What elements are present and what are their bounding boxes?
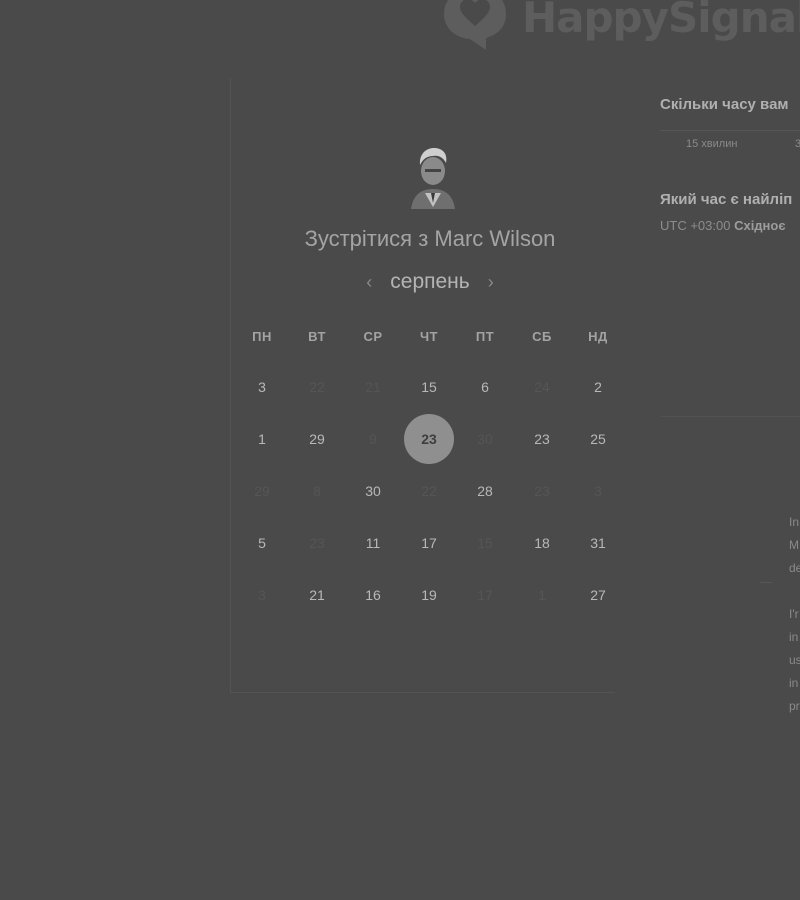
calendar-day[interactable]: 31: [578, 528, 618, 558]
calendar-day-selected[interactable]: 23: [404, 414, 454, 464]
calendar-day: 9: [369, 431, 377, 447]
weekday-label: СР: [363, 328, 383, 344]
calendar-day[interactable]: 15: [409, 372, 449, 402]
calendar-day: 8: [313, 483, 321, 499]
calendar-day: 22: [421, 483, 437, 499]
host-name: Marc Wilson: [434, 226, 556, 251]
testimonial-1-line: de: [789, 561, 800, 575]
calendar-day[interactable]: 1: [242, 424, 282, 454]
calendar-day: 3: [594, 483, 602, 499]
calendar-day[interactable]: 19: [409, 580, 449, 610]
calendar-day[interactable]: 6: [465, 372, 505, 402]
duration-option-15[interactable]: 15 хвилин: [686, 138, 737, 150]
calendar-day[interactable]: 11: [353, 528, 393, 558]
calendar-day: 17: [477, 587, 493, 603]
calendar-day[interactable]: 3: [242, 372, 282, 402]
testimonial-2-line: us: [789, 653, 800, 667]
month-label: серпень: [390, 270, 470, 293]
weekday-label: ПН: [252, 328, 272, 344]
calendar-day: 24: [534, 379, 550, 395]
calendar-day[interactable]: 17: [409, 528, 449, 558]
meeting-title: Зустрітися з Marc Wilson: [230, 226, 630, 252]
calendar-day[interactable]: 25: [578, 424, 618, 454]
calendar-day[interactable]: 29: [297, 424, 337, 454]
calendar-day[interactable]: 30: [353, 476, 393, 506]
host-avatar: [411, 148, 455, 209]
brand-logo: HappySignals: [440, 0, 800, 52]
calendar-day: 29: [254, 483, 270, 499]
calendar-day: 22: [309, 379, 325, 395]
weekday-label: НД: [588, 328, 608, 344]
weekday-label: ЧТ: [419, 328, 439, 344]
calendar-day[interactable]: 5: [242, 528, 282, 558]
calendar-day[interactable]: 16: [353, 580, 393, 610]
calendar-day[interactable]: 21: [297, 580, 337, 610]
brand-name: HappySignals: [522, 0, 800, 42]
weekday-label: ВТ: [308, 328, 326, 344]
testimonial-2-line: pr: [789, 699, 800, 713]
timezone-name: Східноє: [734, 218, 786, 233]
divider: [760, 582, 772, 583]
weekday-label: СБ: [532, 328, 552, 344]
calendar-day: 23: [534, 483, 550, 499]
calendar-day: 1: [538, 587, 546, 603]
testimonial-2-line: I'r: [789, 607, 799, 621]
timezone-offset: UTC +03:00: [660, 218, 731, 233]
testimonial-2-line: in: [789, 676, 799, 690]
chevron-right-icon[interactable]: ›: [488, 272, 494, 293]
divider: [660, 416, 800, 417]
calendar-day[interactable]: 28: [465, 476, 505, 506]
calendar-day: 30: [477, 431, 493, 447]
speech-heart-icon: [444, 0, 506, 50]
calendar-day: 23: [309, 535, 325, 551]
month-navigation: ‹ серпень ›: [330, 270, 530, 294]
divider: [660, 130, 800, 131]
chevron-left-icon[interactable]: ‹: [366, 272, 372, 293]
title-prefix: Зустрітися з: [304, 226, 429, 251]
testimonial-1-line: M: [789, 538, 799, 552]
weekday-label: ПТ: [475, 328, 495, 344]
calendar-day[interactable]: 18: [522, 528, 562, 558]
duration-question: Скільки часу вам: [660, 96, 789, 113]
timezone-selector[interactable]: UTC +03:00 Східноє: [660, 218, 786, 233]
calendar-day: 3: [258, 587, 266, 603]
timezone-question: Який час є найліп: [660, 191, 793, 208]
calendar-day[interactable]: 23: [522, 424, 562, 454]
duration-option-30[interactable]: 3: [795, 138, 800, 150]
testimonial-1-line: In: [789, 515, 800, 529]
calendar-day[interactable]: 27: [578, 580, 618, 610]
calendar-day[interactable]: 2: [578, 372, 618, 402]
testimonial-2-line: in: [789, 630, 799, 644]
calendar-day: 21: [365, 379, 381, 395]
calendar-day: 15: [477, 535, 493, 551]
